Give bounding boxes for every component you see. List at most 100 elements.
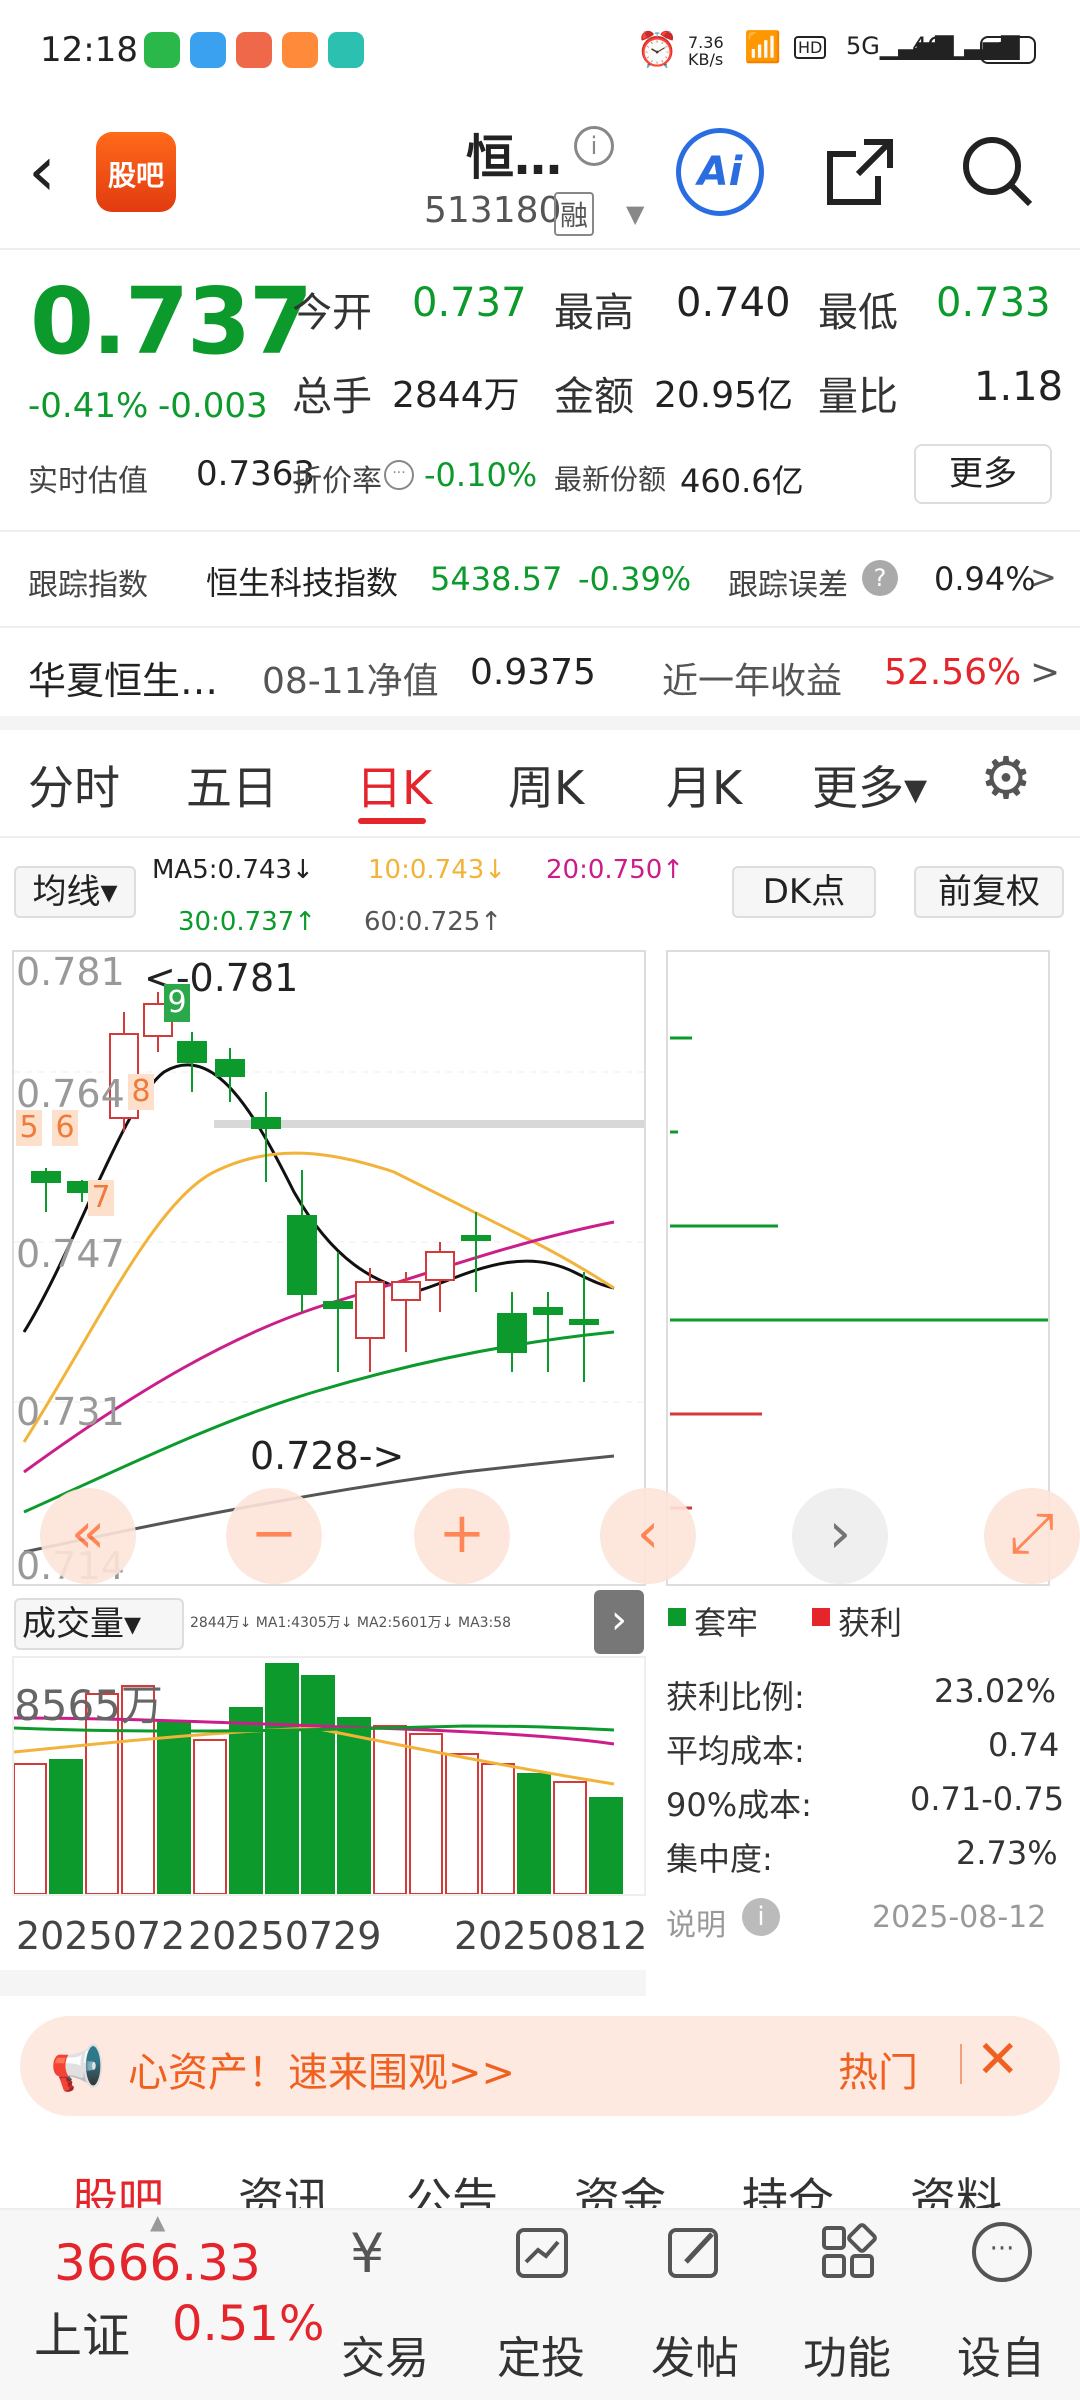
zoom-in-button[interactable]: + — [414, 1488, 510, 1584]
volume-max-label: 8565万 — [14, 1681, 163, 1730]
ma5-value: MA5:0.743↓ — [152, 855, 314, 885]
help-icon[interactable]: ? — [862, 560, 898, 596]
candle — [391, 1281, 421, 1301]
fullscreen-button[interactable]: ⤢ — [984, 1488, 1080, 1584]
calendar-icon — [236, 32, 272, 68]
ma20-value: 20:0.750↑ — [546, 855, 685, 885]
more-dots-icon[interactable]: ··· — [972, 2222, 1032, 2282]
change-percent: -0.41% — [28, 386, 149, 426]
tab-five-day[interactable]: 五日 — [186, 752, 278, 818]
post-icon[interactable] — [664, 2222, 724, 2282]
nav-trade[interactable]: 交易 — [320, 2322, 450, 2386]
nav-invest[interactable]: 定投 — [476, 2322, 606, 2386]
gear-icon[interactable]: ⚙ — [980, 748, 1032, 808]
scroll-right-button[interactable]: › — [792, 1488, 888, 1584]
tab-day-k[interactable]: 日K — [356, 752, 432, 818]
stat-value: 0.74 — [988, 1726, 1060, 1764]
volume-bar — [14, 1763, 47, 1894]
signal-badge: 8 — [128, 1074, 154, 1110]
scroll-left-far-button[interactable]: « — [40, 1488, 136, 1584]
stat-label: 集中度: — [666, 1840, 773, 1878]
volume-bar — [481, 1763, 515, 1894]
info-icon[interactable]: i — [574, 126, 614, 166]
candle — [569, 1319, 599, 1325]
nav-watchlist[interactable]: 设自 — [936, 2322, 1066, 2386]
stat-label: 90%成本: — [666, 1786, 812, 1824]
expand-arrow-icon[interactable]: › — [594, 1590, 644, 1654]
tab-more[interactable]: 更多▾ — [812, 752, 927, 818]
tracking-index-change: -0.39% — [578, 560, 692, 598]
ai-button[interactable]: Ai — [676, 128, 764, 216]
trap-legend-swatch — [668, 1608, 686, 1626]
volume-value: 2844万 — [392, 375, 520, 416]
stat-label: 平均成本: — [666, 1732, 805, 1770]
tab-week-k[interactable]: 周K — [508, 752, 584, 818]
zoom-out-button[interactable]: − — [226, 1488, 322, 1584]
index-change[interactable]: 0.51% — [172, 2296, 324, 2352]
ratio-value: 1.18 — [974, 364, 1064, 410]
low-label: 最低 — [818, 290, 898, 336]
volume-bar — [337, 1717, 371, 1894]
stat-label: 获利比例: — [666, 1678, 805, 1716]
more-dots-icon[interactable]: ··· — [384, 460, 414, 490]
nav-function[interactable]: 功能 — [782, 2322, 912, 2386]
dk-point-selector[interactable]: DK点 — [732, 866, 876, 918]
more-button[interactable]: 更多 — [914, 444, 1052, 504]
function-icon[interactable] — [818, 2222, 878, 2282]
fund-arrow-icon: > — [1030, 652, 1061, 693]
ma-selector[interactable]: 均线▾ — [14, 866, 136, 918]
volume-bar — [373, 1725, 407, 1894]
volume-bar — [49, 1759, 83, 1894]
tab-month-k[interactable]: 月K — [666, 752, 742, 818]
search-icon[interactable] — [958, 132, 1038, 212]
trade-icon[interactable]: ¥ — [350, 2222, 384, 2285]
volume-legend: 2844万↓ MA1:4305万↓ MA2:5601万↓ MA3:5845万↓ … — [190, 1615, 510, 1631]
share-icon[interactable] — [824, 136, 896, 208]
alarm-icon: ⏰ — [636, 30, 679, 70]
tracking-error-value: 0.94% — [934, 560, 1036, 598]
shares-label: 最新份额 — [554, 463, 667, 496]
open-value: 0.737 — [412, 280, 527, 326]
tracking-error-label: 跟踪误差 — [728, 568, 848, 603]
info-icon[interactable]: i — [742, 1898, 780, 1936]
back-icon[interactable]: ‹ — [28, 136, 56, 206]
invest-icon[interactable] — [512, 2222, 572, 2282]
volume-bar — [553, 1781, 587, 1894]
fq-selector[interactable]: 前复权 — [914, 866, 1064, 918]
stat-value: 2.73% — [956, 1834, 1058, 1872]
low-value: 0.733 — [936, 280, 1051, 326]
volume-bar — [445, 1753, 479, 1894]
hd-icon: HD — [794, 36, 827, 59]
close-icon[interactable]: ✕ — [976, 2030, 1020, 2090]
chevron-up-icon[interactable]: ▲ — [150, 2210, 165, 2234]
index-value[interactable]: 3666.33 — [54, 2234, 261, 2292]
scroll-left-button[interactable]: ‹ — [600, 1488, 696, 1584]
ma60-value: 60:0.725↑ — [364, 907, 503, 937]
tab-fenshi[interactable]: 分时 — [28, 752, 120, 818]
timer-icon — [282, 32, 318, 68]
low-note: 0.728-> — [250, 1434, 405, 1478]
y-label-0: 0.781 — [16, 950, 125, 994]
volume-bar — [265, 1663, 299, 1894]
section-gap — [0, 716, 1080, 730]
volume-selector[interactable]: 成交量▾ — [14, 1598, 184, 1650]
guba-logo[interactable]: 股吧 — [96, 132, 176, 212]
open-label: 今开 — [292, 290, 372, 336]
tracking-index-name: 恒生科技指数 — [206, 564, 399, 602]
ratio-label: 量比 — [818, 374, 898, 420]
index-name[interactable]: 上证 — [34, 2296, 130, 2366]
volume-bar — [589, 1797, 623, 1894]
estimate-label: 实时估值 — [28, 464, 148, 499]
ma10-value: 10:0.743↓ — [368, 855, 507, 885]
nav-post[interactable]: 发帖 — [630, 2322, 760, 2386]
chevron-down-icon[interactable]: ▼ — [626, 200, 644, 228]
note-label: 说明 — [666, 1908, 726, 1943]
high-label: 最高 — [554, 290, 634, 336]
banner-text: 心资产！速来围观>> — [128, 2050, 516, 2096]
nav-value: 0.9375 — [470, 652, 596, 693]
fund-name: 华夏恒生… — [28, 659, 219, 703]
status-time: 12:18 — [40, 30, 138, 70]
wifi-icon: 📶 — [744, 30, 782, 65]
change-amount: -0.003 — [158, 386, 268, 426]
candle — [215, 1059, 245, 1077]
